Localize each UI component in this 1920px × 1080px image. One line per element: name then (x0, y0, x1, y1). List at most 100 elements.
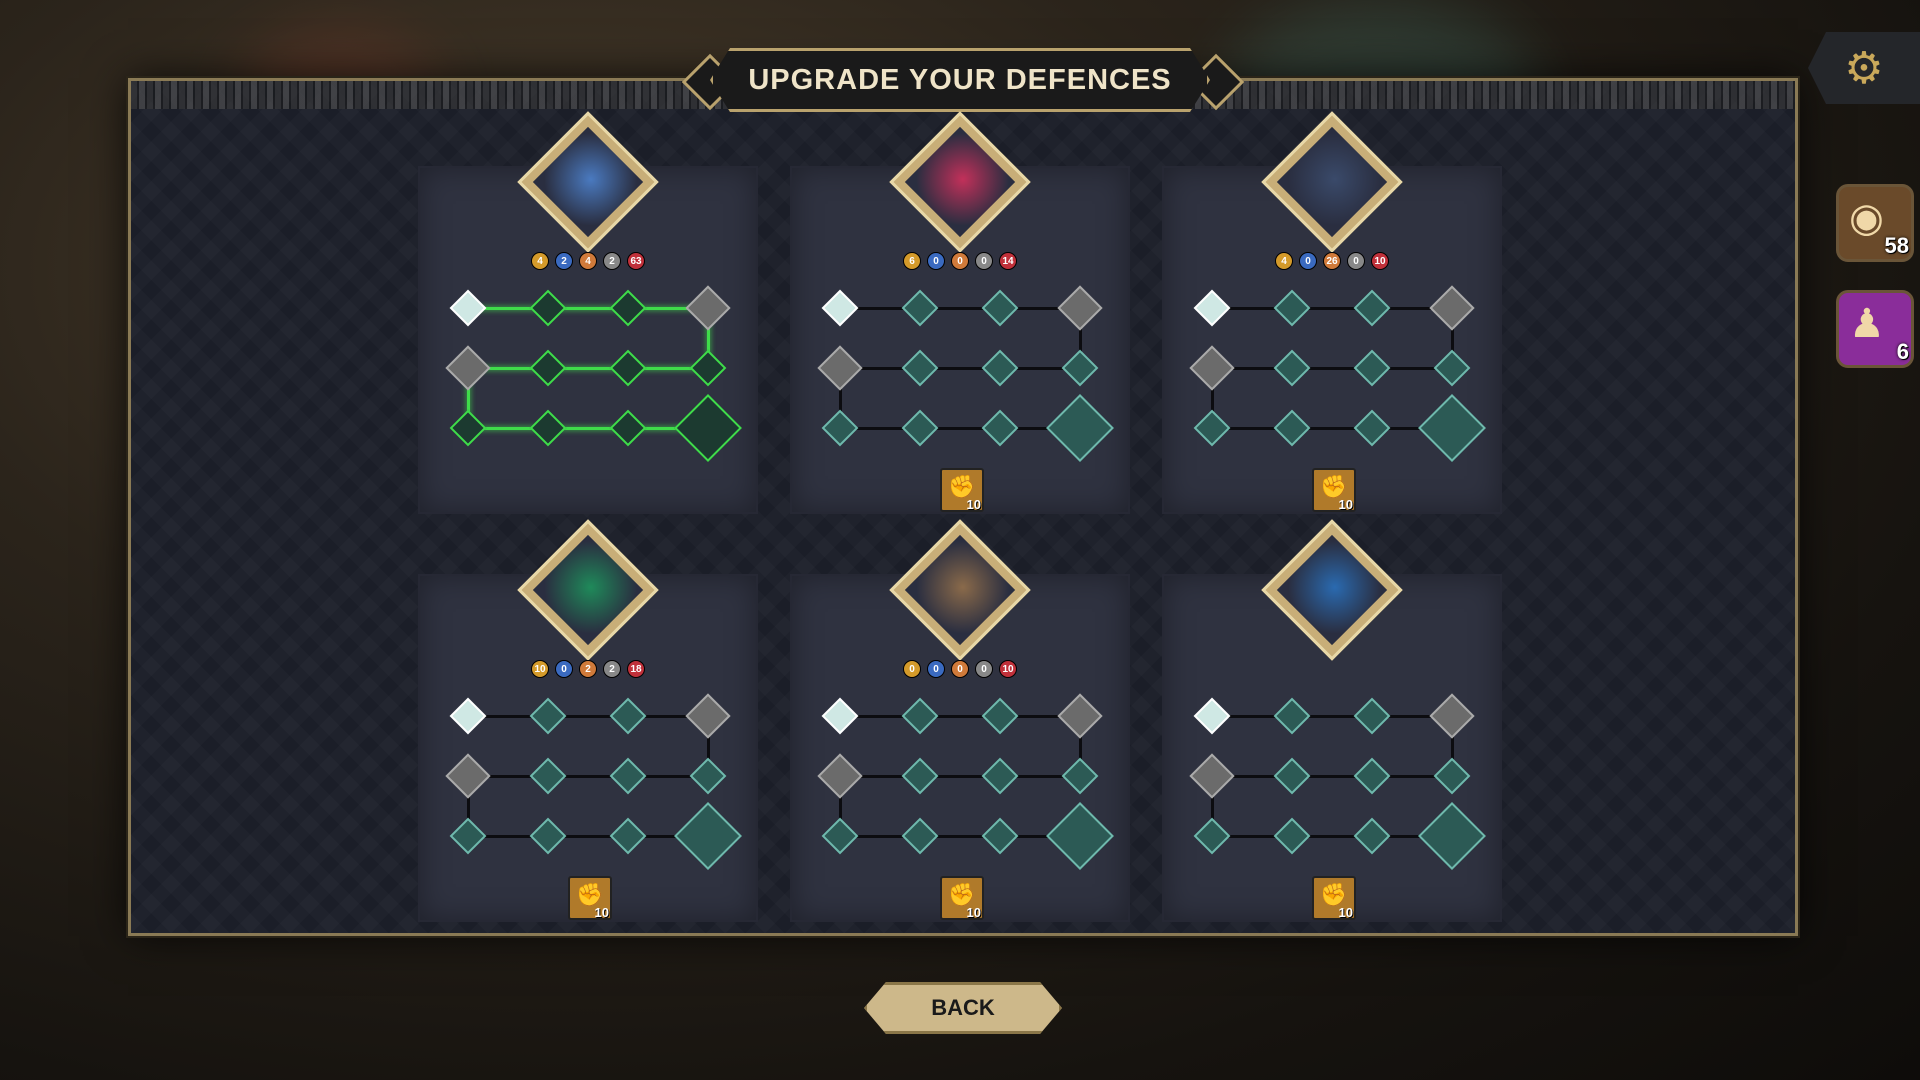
upgrade-node[interactable] (689, 757, 727, 795)
upgrade-node[interactable] (821, 697, 859, 735)
upgrade-node[interactable] (817, 753, 863, 799)
upgrade-node[interactable] (449, 817, 487, 855)
upgrade-node[interactable] (1429, 285, 1475, 331)
upgrade-node[interactable] (449, 409, 487, 447)
upgrade-tree (420, 278, 756, 468)
upgrade-node[interactable] (817, 345, 863, 391)
upgrade-node[interactable] (981, 409, 1019, 447)
upgrade-cost-badge: ✊ 10 (1312, 468, 1356, 512)
hero-figure-icon: ♟ (1849, 302, 1885, 346)
ultimate-upgrade-node[interactable] (1046, 802, 1114, 870)
upgrade-node[interactable] (1273, 289, 1311, 327)
upgrade-node[interactable] (1353, 349, 1391, 387)
upgrade-node[interactable] (901, 409, 939, 447)
upgrade-node[interactable] (1273, 409, 1311, 447)
upgrade-node[interactable] (901, 349, 939, 387)
upgrade-node[interactable] (529, 757, 567, 795)
defence-card-golden-orb-fort[interactable]: 4 0 26 0 10 ✊ 10 (1164, 111, 1500, 512)
upgrade-node[interactable] (609, 817, 647, 855)
upgrade-node[interactable] (901, 697, 939, 735)
upgrade-node[interactable] (981, 289, 1019, 327)
upgrade-node[interactable] (1189, 753, 1235, 799)
upgrade-path-line (1212, 307, 1452, 310)
upgrade-node[interactable] (685, 285, 731, 331)
upgrade-node[interactable] (821, 409, 859, 447)
upgrade-node[interactable] (981, 817, 1019, 855)
ultimate-upgrade-node[interactable] (674, 802, 742, 870)
coins-resource[interactable]: ◉ 58 (1836, 184, 1914, 262)
upgrade-node[interactable] (1433, 757, 1471, 795)
upgrade-node[interactable] (1273, 349, 1311, 387)
upgrade-node[interactable] (529, 697, 567, 735)
upgrade-node[interactable] (981, 697, 1019, 735)
defence-card-blue-spike-trap[interactable]: ✊ 10 (1164, 519, 1500, 920)
stat-badge: 0 (903, 660, 921, 678)
defence-stats: 4 0 26 0 10 (1164, 252, 1500, 270)
defence-card-green-crystal-altar[interactable]: 10 0 2 2 18 ✊ 10 (420, 519, 756, 920)
upgrade-node[interactable] (1273, 697, 1311, 735)
page-title: UPGRADE YOUR DEFENCES (748, 63, 1172, 96)
upgrade-node[interactable] (1353, 757, 1391, 795)
ultimate-upgrade-node[interactable] (1418, 394, 1486, 462)
upgrade-node[interactable] (1353, 289, 1391, 327)
upgrade-node[interactable] (1353, 817, 1391, 855)
upgrade-node[interactable] (1193, 697, 1231, 735)
upgrade-node[interactable] (1273, 817, 1311, 855)
defence-card-barrel-trap[interactable]: 0 0 0 0 10 ✊ 10 (792, 519, 1128, 920)
upgrade-node[interactable] (1061, 757, 1099, 795)
upgrade-cost-badge: ✊ 10 (940, 468, 984, 512)
ultimate-upgrade-node[interactable] (1046, 394, 1114, 462)
upgrade-node[interactable] (609, 697, 647, 735)
upgrade-tree (420, 686, 756, 876)
ultimate-upgrade-node[interactable] (1418, 802, 1486, 870)
upgrade-node[interactable] (1433, 349, 1471, 387)
upgrade-node[interactable] (1193, 817, 1231, 855)
upgrade-node[interactable] (1353, 409, 1391, 447)
upgrade-node[interactable] (1353, 697, 1391, 735)
upgrade-path-line (468, 367, 708, 370)
upgrade-node[interactable] (609, 409, 647, 447)
upgrade-node[interactable] (529, 349, 567, 387)
defence-card-blue-crystal-tower[interactable]: 4 2 4 2 63 (420, 111, 756, 512)
upgrade-node[interactable] (609, 757, 647, 795)
upgrade-node[interactable] (449, 697, 487, 735)
upgrade-node[interactable] (981, 349, 1019, 387)
upgrade-node[interactable] (901, 817, 939, 855)
cost-value: 10 (966, 905, 981, 920)
upgrade-node[interactable] (981, 757, 1019, 795)
stat-badge: 4 (1275, 252, 1293, 270)
upgrade-node[interactable] (689, 349, 727, 387)
upgrade-node[interactable] (821, 817, 859, 855)
upgrade-node[interactable] (1057, 285, 1103, 331)
upgrade-node[interactable] (609, 349, 647, 387)
upgrade-node[interactable] (1193, 289, 1231, 327)
ultimate-upgrade-node[interactable] (674, 394, 742, 462)
back-button[interactable]: BACK (864, 982, 1062, 1034)
upgrade-node[interactable] (901, 757, 939, 795)
upgrade-node[interactable] (529, 289, 567, 327)
stat-badge: 0 (1299, 252, 1317, 270)
upgrade-node[interactable] (1273, 757, 1311, 795)
upgrade-node[interactable] (685, 693, 731, 739)
upgrade-path-line (840, 427, 1080, 430)
coins-count: 58 (1884, 233, 1909, 258)
upgrade-node[interactable] (1193, 409, 1231, 447)
upgrade-node[interactable] (445, 345, 491, 391)
upgrade-node[interactable] (529, 409, 567, 447)
upgrade-node[interactable] (529, 817, 567, 855)
defence-card-red-crown-tower[interactable]: 6 0 0 0 14 ✊ 10 (792, 111, 1128, 512)
upgrade-node[interactable] (609, 289, 647, 327)
upgrade-node[interactable] (449, 289, 487, 327)
upgrade-node[interactable] (1057, 693, 1103, 739)
upgrade-node[interactable] (901, 289, 939, 327)
stat-badge: 18 (627, 660, 645, 678)
settings-button[interactable]: ⚙ (1808, 32, 1920, 104)
defence-stats: 6 0 0 0 14 (792, 252, 1128, 270)
upgrade-node[interactable] (821, 289, 859, 327)
upgrade-node[interactable] (1061, 349, 1099, 387)
upgrade-node[interactable] (445, 753, 491, 799)
upgrade-path-line (468, 427, 708, 430)
upgrade-node[interactable] (1189, 345, 1235, 391)
upgrade-node[interactable] (1429, 693, 1475, 739)
hero-resource[interactable]: ♟ 6 (1836, 290, 1914, 368)
